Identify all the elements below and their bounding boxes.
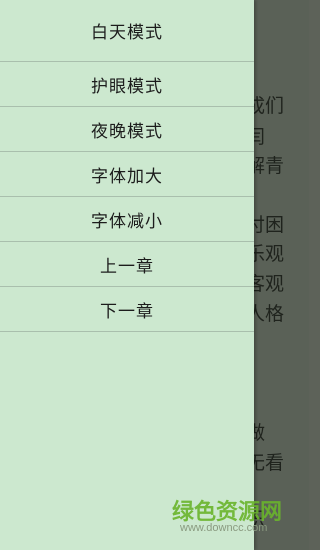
menu-item-eye-care-mode[interactable]: 护眼模式	[0, 62, 254, 107]
menu-item-previous-chapter[interactable]: 上一章	[0, 242, 254, 287]
menu-item-font-decrease[interactable]: 字体减小	[0, 197, 254, 242]
reader-settings-menu: 白天模式 护眼模式 夜晚模式 字体加大 字体减小 上一章 下一章	[0, 0, 254, 550]
menu-item-day-mode[interactable]: 白天模式	[0, 0, 254, 62]
menu-item-font-increase[interactable]: 字体加大	[0, 152, 254, 197]
menu-item-night-mode[interactable]: 夜晚模式	[0, 107, 254, 152]
menu-item-next-chapter[interactable]: 下一章	[0, 287, 254, 332]
watermark-url: www.downcc.com	[180, 522, 268, 534]
